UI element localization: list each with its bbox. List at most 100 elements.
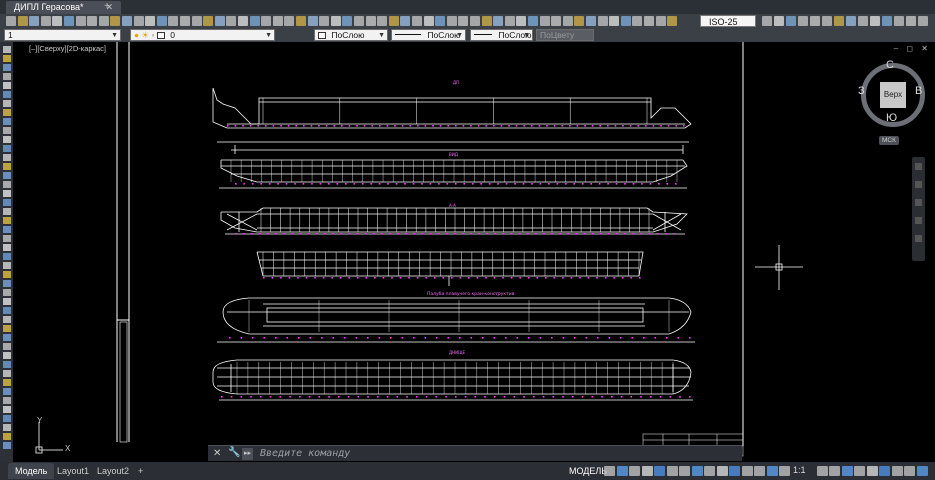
ribbon-tool-icon[interactable] <box>655 16 666 26</box>
draw-tool-icon[interactable] <box>3 91 11 98</box>
draw-tool-icon[interactable] <box>3 181 11 188</box>
draw-tool-icon[interactable] <box>3 388 11 395</box>
draw-tool-icon[interactable] <box>3 433 11 440</box>
ribbon-tool-icon[interactable] <box>98 16 109 26</box>
status-toggle-icon[interactable] <box>754 466 765 476</box>
lineweight-select[interactable]: ПоСлою ▼ <box>470 29 533 41</box>
ribbon-tool-icon[interactable] <box>388 16 399 26</box>
ribbon-tool-icon[interactable] <box>458 16 469 26</box>
full-navigation-wheel-icon[interactable] <box>915 163 922 170</box>
draw-tool-icon[interactable] <box>3 154 11 161</box>
ribbon-tool-icon[interactable] <box>846 16 856 26</box>
draw-tool-icon[interactable] <box>3 190 11 197</box>
draw-tool-icon[interactable] <box>3 55 11 62</box>
draw-tool-icon[interactable] <box>3 253 11 260</box>
ribbon-tool-icon[interactable] <box>307 16 318 26</box>
draw-tool-icon[interactable] <box>3 208 11 215</box>
ribbon-tool-icon[interactable] <box>75 16 86 26</box>
ribbon-tool-icon[interactable] <box>272 16 283 26</box>
close-command-line-icon[interactable]: ✕ <box>213 448 221 459</box>
ribbon-tool-icon[interactable] <box>516 16 527 26</box>
draw-tool-icon[interactable] <box>3 271 11 278</box>
ribbon-tool-icon[interactable] <box>528 16 538 26</box>
ribbon-tool-icon[interactable] <box>6 16 16 26</box>
status-toggle-icon[interactable] <box>841 466 853 476</box>
ribbon-tool-icon[interactable] <box>609 16 620 26</box>
wcs-menu-button[interactable]: МСК <box>879 136 899 145</box>
ribbon-tool-icon[interactable] <box>774 16 784 26</box>
draw-tool-icon[interactable] <box>3 307 11 314</box>
layer-select[interactable]: ● ☀ ▫ 0 ▼ <box>130 29 275 41</box>
showmotion-icon[interactable] <box>915 235 922 242</box>
drawing-canvas[interactable]: [–][Сверху][2D-каркас] ‒ ◻ ✕ ДП ВИД А-А … <box>13 42 935 462</box>
draw-tool-icon[interactable] <box>3 352 11 359</box>
dimension-style-select[interactable]: ISO-25 <box>700 15 756 27</box>
ribbon-tool-icon[interactable] <box>870 16 880 26</box>
ribbon-tool-icon[interactable] <box>319 16 330 26</box>
status-toggle-icon[interactable] <box>829 466 840 476</box>
status-toggle-icon[interactable] <box>641 466 653 476</box>
draw-tool-icon[interactable] <box>3 199 11 206</box>
ribbon-tool-icon[interactable] <box>504 16 515 26</box>
status-toggle-icon[interactable] <box>679 466 690 476</box>
ribbon-tool-icon[interactable] <box>145 16 156 26</box>
draw-tool-icon[interactable] <box>3 235 11 242</box>
status-toggle-icon[interactable] <box>854 466 865 476</box>
compass-north[interactable]: С <box>886 59 894 71</box>
ribbon-tool-icon[interactable] <box>296 16 306 26</box>
status-toggle-icon[interactable] <box>704 466 715 476</box>
ribbon-tool-icon[interactable] <box>822 16 832 26</box>
ribbon-tool-icon[interactable] <box>423 16 434 26</box>
annotation-scale[interactable]: 1:1 <box>793 465 806 475</box>
ribbon-tool-icon[interactable] <box>52 16 63 26</box>
ribbon-tool-icon[interactable] <box>40 16 51 26</box>
draw-tool-icon[interactable] <box>3 370 11 377</box>
ribbon-tool-icon[interactable] <box>180 16 190 26</box>
ribbon-tool-icon[interactable] <box>470 16 480 26</box>
draw-tool-icon[interactable] <box>3 298 11 305</box>
ribbon-tool-icon[interactable] <box>562 16 573 26</box>
status-toggle-icon[interactable] <box>866 466 878 476</box>
draw-tool-icon[interactable] <box>3 415 11 422</box>
status-toggle-icon[interactable] <box>916 466 928 476</box>
status-toggle-icon[interactable] <box>741 466 753 476</box>
ribbon-tool-icon[interactable] <box>539 16 550 26</box>
ribbon-tool-icon[interactable] <box>586 16 596 26</box>
draw-tool-icon[interactable] <box>3 244 11 251</box>
ribbon-tool-icon[interactable] <box>354 16 364 26</box>
ribbon-tool-icon[interactable] <box>330 16 341 26</box>
draw-tool-icon[interactable] <box>3 316 11 323</box>
ribbon-tool-icon[interactable] <box>64 16 74 26</box>
ribbon-tool-icon[interactable] <box>574 16 585 26</box>
draw-tool-icon[interactable] <box>3 343 11 350</box>
ribbon-tool-icon[interactable] <box>551 16 562 26</box>
status-toggle-icon[interactable] <box>691 466 703 476</box>
draw-tool-icon[interactable] <box>3 379 11 386</box>
draw-tool-icon[interactable] <box>3 136 11 143</box>
status-toggle-icon[interactable] <box>779 466 790 476</box>
status-toggle-icon[interactable] <box>816 466 828 476</box>
ribbon-tool-icon[interactable] <box>133 16 144 26</box>
ribbon-tool-icon[interactable] <box>786 16 796 26</box>
command-input[interactable]: Введите команду <box>260 447 730 461</box>
new-tab-button[interactable]: + <box>100 1 114 13</box>
ribbon-tool-icon[interactable] <box>29 16 40 26</box>
ribbon-tool-icon[interactable] <box>906 16 916 26</box>
ribbon-tool-icon[interactable] <box>226 16 237 26</box>
ribbon-tool-icon[interactable] <box>762 16 772 26</box>
draw-tool-icon[interactable] <box>3 64 11 71</box>
ribbon-tool-icon[interactable] <box>493 16 504 26</box>
draw-tool-icon[interactable] <box>3 280 11 287</box>
ribbon-tool-icon[interactable] <box>261 16 272 26</box>
compass-east[interactable]: В <box>915 85 922 97</box>
draw-tool-icon[interactable] <box>3 361 11 368</box>
color-select[interactable]: ПоСлою ▼ <box>314 29 388 41</box>
status-toggle-icon[interactable] <box>629 466 640 476</box>
ribbon-tool-icon[interactable] <box>597 16 608 26</box>
draw-tool-icon[interactable] <box>3 334 11 341</box>
draw-tool-icon[interactable] <box>3 73 11 80</box>
draw-tool-icon[interactable] <box>3 82 11 89</box>
ribbon-tool-icon[interactable] <box>203 16 214 26</box>
recent-commands-icon[interactable]: ▸▸ <box>242 448 254 460</box>
ribbon-tool-icon[interactable] <box>377 16 388 26</box>
